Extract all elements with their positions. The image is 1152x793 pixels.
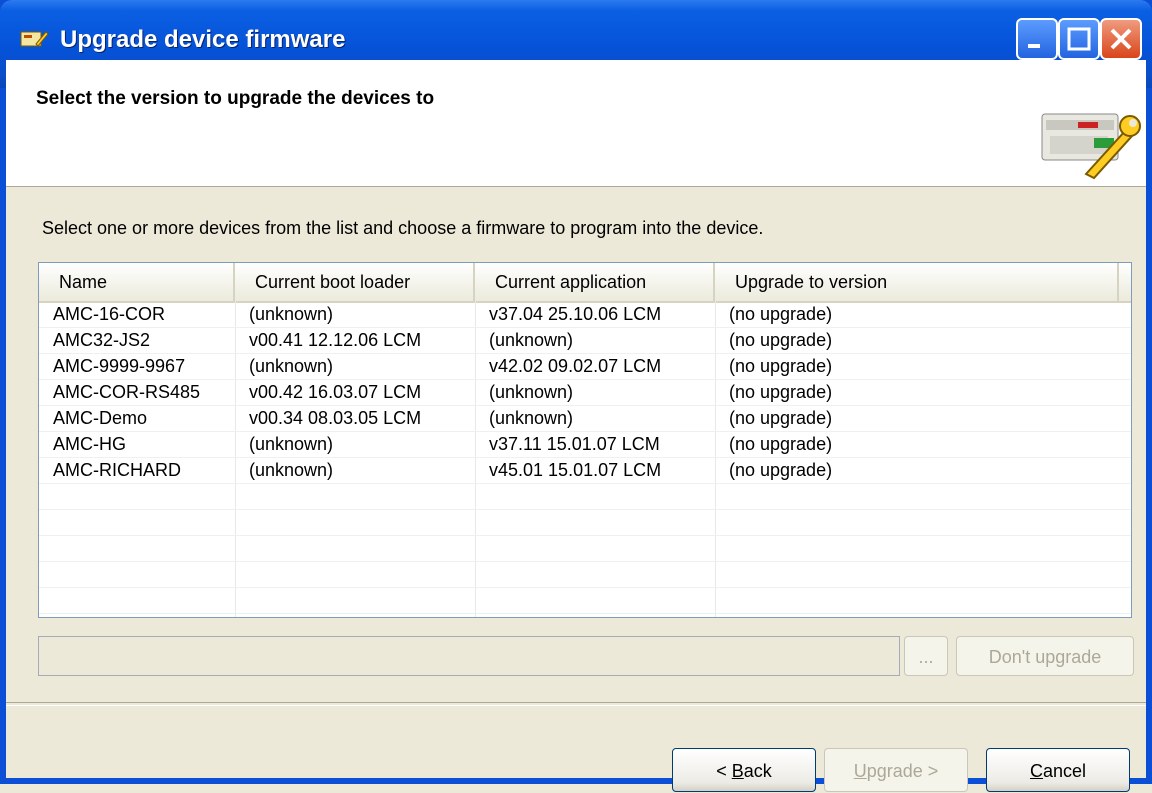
upgrade-button-label: pgrade > bbox=[866, 761, 939, 781]
firmware-version-field[interactable] bbox=[38, 636, 900, 676]
cell-upgrade-version: (no upgrade) bbox=[729, 460, 833, 480]
close-button[interactable] bbox=[1100, 18, 1142, 60]
cell-boot-loader: (unknown) bbox=[249, 460, 334, 480]
cancel-button-label: ancel bbox=[1042, 761, 1087, 781]
cell-name: AMC32-JS2 bbox=[53, 330, 151, 350]
list-header: Name Current boot loader Current applica… bbox=[39, 263, 1131, 303]
maximize-icon bbox=[1067, 27, 1091, 51]
cell-name: AMC-16-COR bbox=[53, 304, 166, 324]
footer-separator bbox=[6, 702, 1146, 706]
cell-application: (unknown) bbox=[489, 382, 574, 402]
cell-boot-loader: v00.42 16.03.07 LCM bbox=[249, 382, 422, 402]
dont-upgrade-button[interactable]: Don't upgrade bbox=[956, 636, 1134, 676]
cell-boot-loader: (unknown) bbox=[249, 356, 334, 376]
cell-application: v37.04 25.10.06 LCM bbox=[489, 304, 662, 324]
back-button-mnemonic: B bbox=[731, 761, 744, 781]
column-header-application[interactable]: Current application bbox=[475, 263, 715, 301]
back-button-prefix: < bbox=[716, 761, 732, 781]
cell-application: v37.11 15.01.07 LCM bbox=[489, 434, 660, 454]
cell-application: (unknown) bbox=[489, 330, 574, 350]
upgrade-button[interactable]: Upgrade > bbox=[824, 748, 968, 792]
empty-row bbox=[39, 561, 1131, 588]
cell-name: AMC-COR-RS485 bbox=[53, 382, 201, 402]
column-header-upgrade-version[interactable]: Upgrade to version bbox=[715, 263, 1119, 301]
table-row[interactable]: AMC-Demo v00.34 08.03.05 LCM (unknown) (… bbox=[39, 405, 1131, 432]
list-body: AMC-16-COR (unknown) v37.04 25.10.06 LCM… bbox=[39, 301, 1131, 617]
cell-name: AMC-HG bbox=[53, 434, 126, 454]
cell-boot-loader: v00.34 08.03.05 LCM bbox=[249, 408, 422, 428]
cell-name: AMC-Demo bbox=[53, 408, 148, 428]
cancel-button[interactable]: Cancel bbox=[986, 748, 1130, 792]
firmware-upgrade-icon bbox=[20, 31, 49, 47]
cancel-button-mnemonic: C bbox=[1029, 761, 1043, 781]
upgrade-button-mnemonic: U bbox=[853, 761, 867, 781]
cell-upgrade-version: (no upgrade) bbox=[729, 382, 833, 402]
cell-name: AMC-RICHARD bbox=[53, 460, 181, 480]
cell-application: (unknown) bbox=[489, 408, 574, 428]
cell-application: v45.01 15.01.07 LCM bbox=[489, 460, 662, 480]
page-title: Select the version to upgrade the device… bbox=[36, 88, 435, 109]
cell-boot-loader: v00.41 12.12.06 LCM bbox=[249, 330, 422, 350]
back-button[interactable]: < Back bbox=[672, 748, 816, 792]
window-title: Upgrade device firmware bbox=[60, 26, 346, 53]
device-wrench-icon bbox=[1041, 113, 1141, 180]
cell-upgrade-version: (no upgrade) bbox=[729, 434, 833, 454]
cell-boot-loader: (unknown) bbox=[249, 434, 334, 454]
empty-row bbox=[39, 587, 1131, 614]
cell-upgrade-version: (no upgrade) bbox=[729, 356, 833, 376]
cell-upgrade-version: (no upgrade) bbox=[729, 304, 833, 324]
wizard-header: Select the version to upgrade the device… bbox=[6, 60, 1146, 187]
back-button-label: ack bbox=[743, 761, 772, 781]
cell-application: v42.02 09.02.07 LCM bbox=[489, 356, 662, 376]
table-row[interactable]: AMC-16-COR (unknown) v37.04 25.10.06 LCM… bbox=[39, 301, 1131, 328]
empty-row bbox=[39, 483, 1131, 510]
minimize-icon bbox=[1028, 44, 1040, 48]
cell-upgrade-version: (no upgrade) bbox=[729, 330, 833, 350]
dialog-client-area: Select the version to upgrade the device… bbox=[6, 60, 1146, 792]
device-list[interactable]: Name Current boot loader Current applica… bbox=[38, 262, 1132, 618]
cell-upgrade-version: (no upgrade) bbox=[729, 408, 833, 428]
table-row[interactable]: AMC-COR-RS485 v00.42 16.03.07 LCM (unkno… bbox=[39, 379, 1131, 406]
table-row[interactable]: AMC-HG (unknown) v37.11 15.01.07 LCM (no… bbox=[39, 431, 1131, 458]
column-header-name[interactable]: Name bbox=[39, 263, 235, 301]
empty-row bbox=[39, 535, 1131, 562]
instruction-text: Select one or more devices from the list… bbox=[42, 218, 764, 238]
upgrade-firmware-window: Upgrade device firmware Select the versi… bbox=[0, 0, 1152, 792]
table-row[interactable]: AMC-RICHARD (unknown) v45.01 15.01.07 LC… bbox=[39, 457, 1131, 484]
table-row[interactable]: AMC-9999-9967 (unknown) v42.02 09.02.07 … bbox=[39, 353, 1131, 380]
minimize-button[interactable] bbox=[1016, 18, 1058, 60]
cell-boot-loader: (unknown) bbox=[249, 304, 334, 324]
column-header-boot-loader[interactable]: Current boot loader bbox=[235, 263, 475, 301]
table-row[interactable]: AMC32-JS2 v00.41 12.12.06 LCM (unknown) … bbox=[39, 327, 1131, 354]
browse-button[interactable]: ... bbox=[904, 636, 948, 676]
empty-row bbox=[39, 509, 1131, 536]
maximize-button[interactable] bbox=[1058, 18, 1100, 60]
cell-name: AMC-9999-9967 bbox=[53, 356, 186, 376]
close-icon bbox=[1110, 28, 1132, 50]
